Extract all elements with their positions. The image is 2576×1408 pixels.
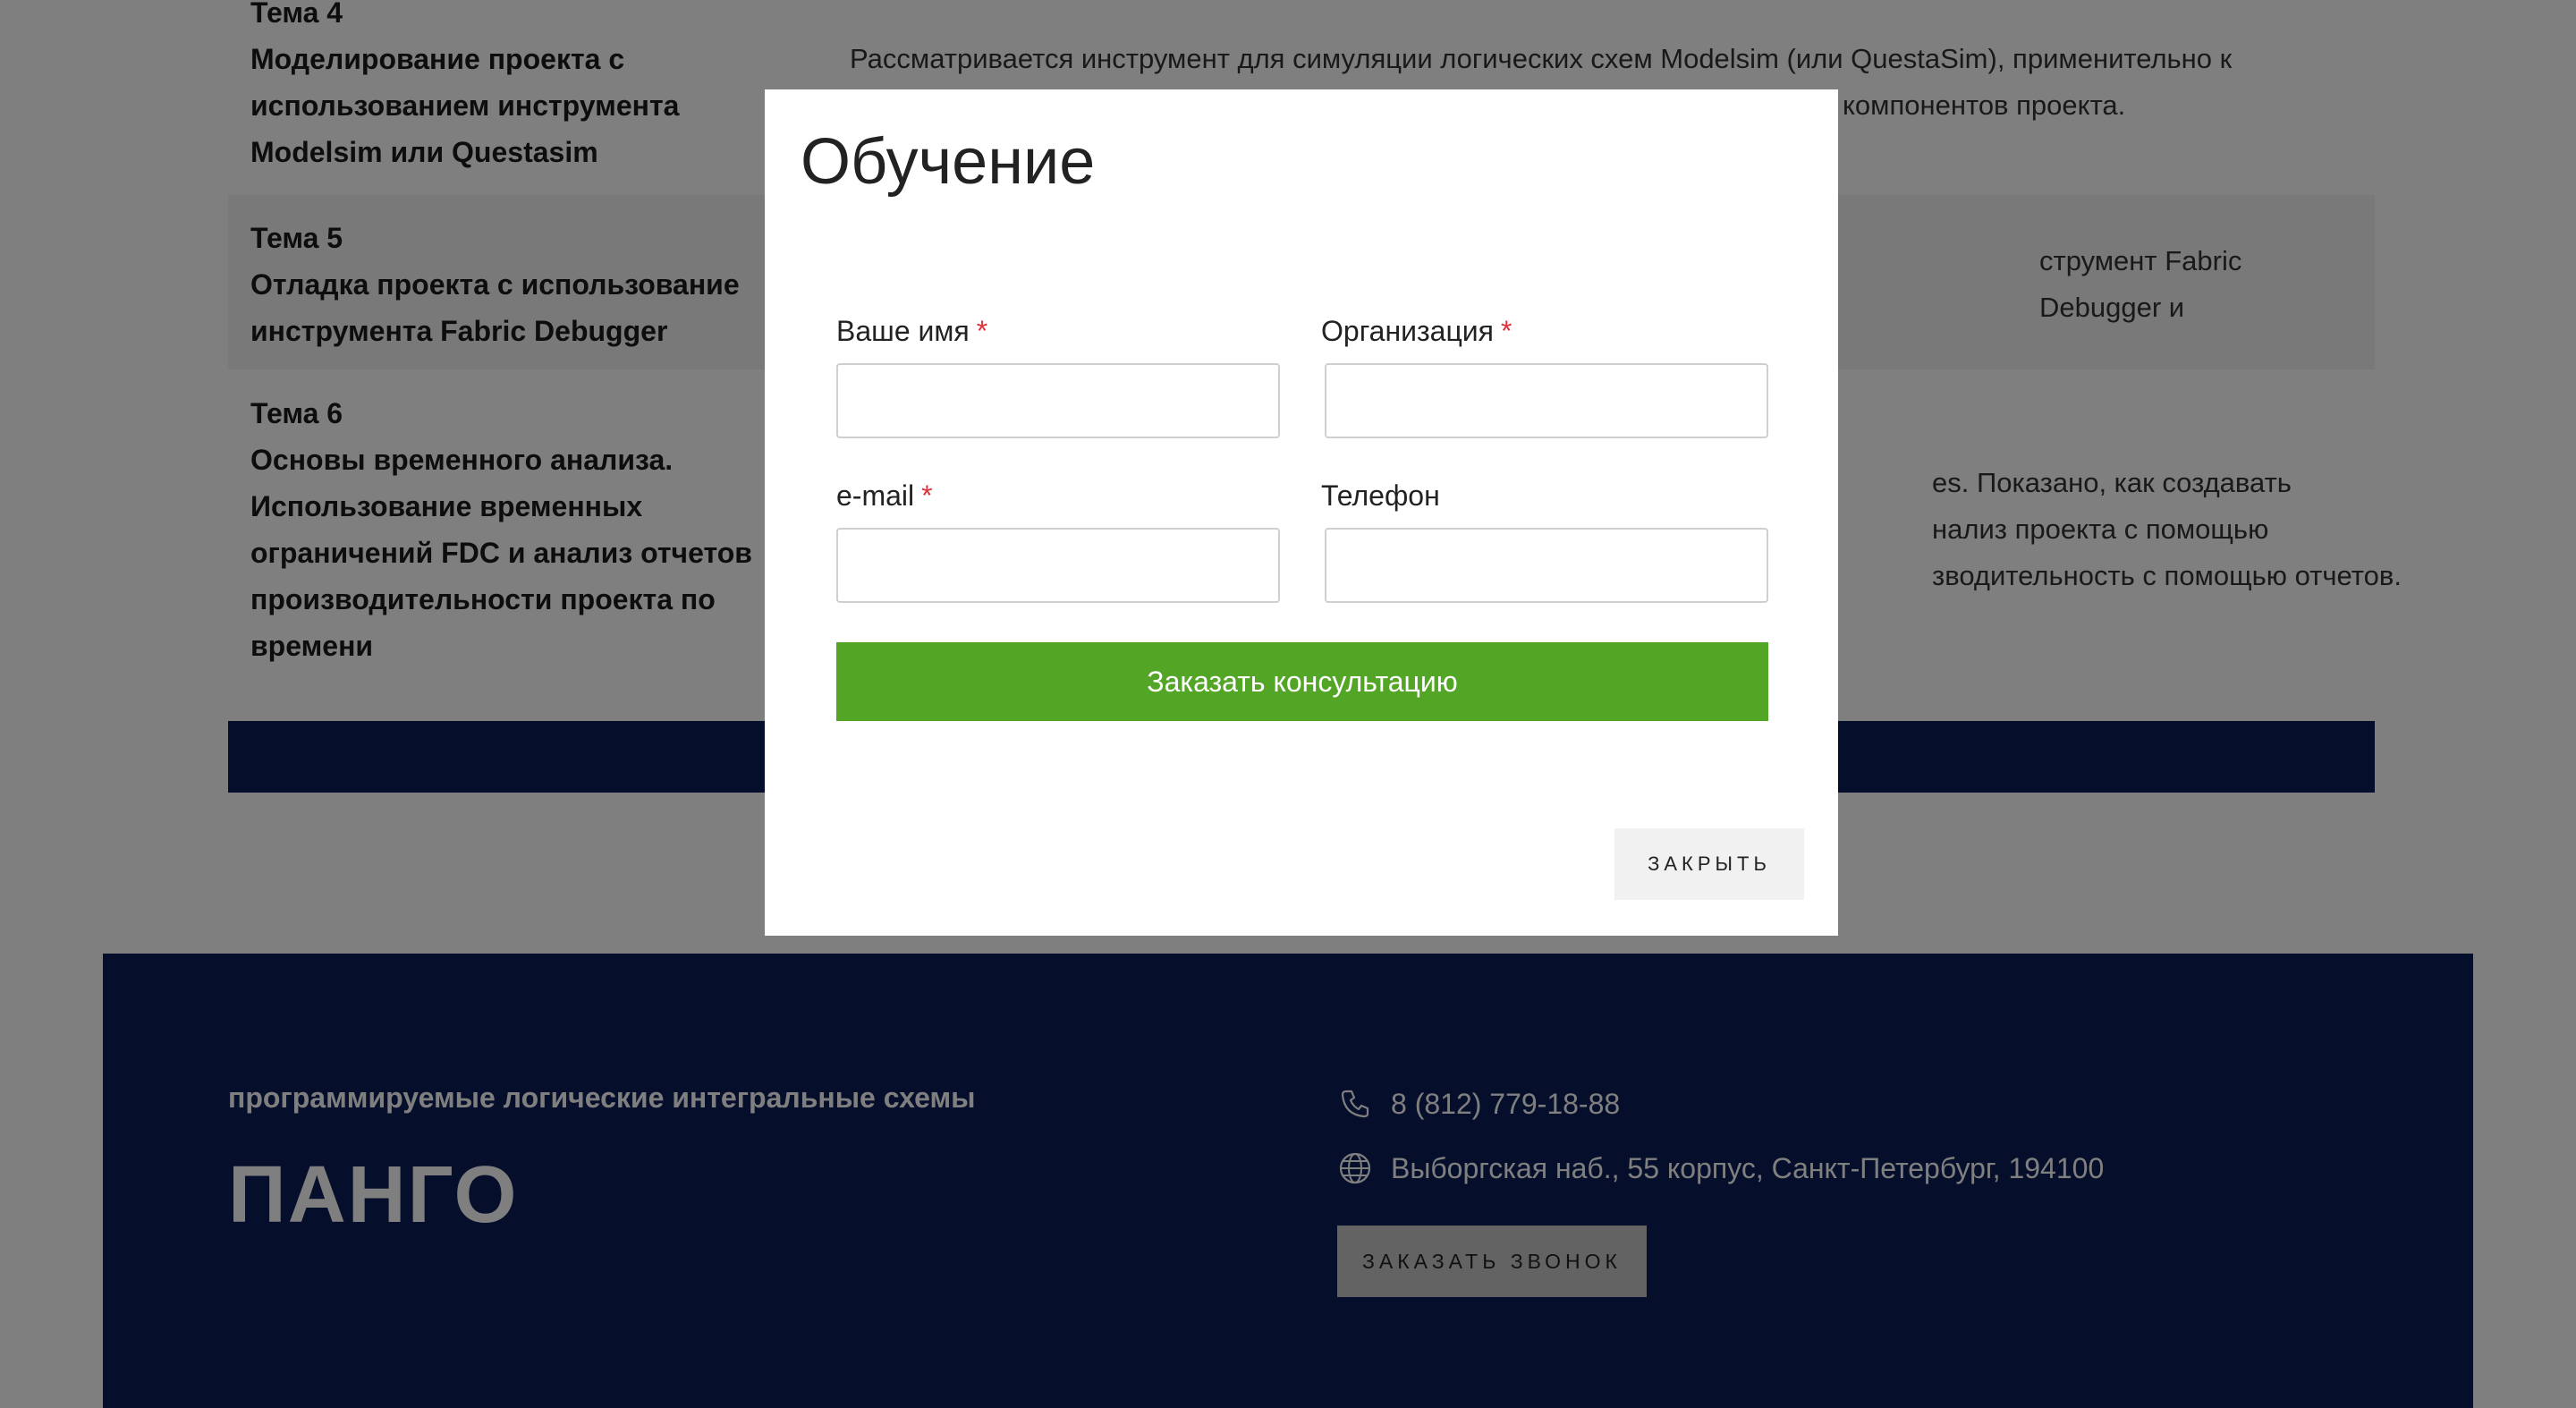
name-field-label: Ваше имя * (836, 315, 987, 348)
modal-title: Обучение (801, 126, 1096, 198)
name-input[interactable] (836, 363, 1280, 438)
phone-input[interactable] (1325, 528, 1768, 603)
phone-field-label: Телефон (1321, 479, 1440, 513)
email-input[interactable] (836, 528, 1280, 603)
email-label-text: e-mail (836, 479, 915, 512)
org-field-label: Организация * (1321, 315, 1512, 348)
modal-overlay[interactable]: Обучение Ваше имя * Организация * e-mail * … (0, 0, 2576, 1408)
name-label-text: Ваше имя (836, 315, 970, 347)
order-consultation-button[interactable]: Заказать консультацию (836, 642, 1768, 721)
training-modal: Обучение Ваше имя * Организация * e-mail * … (765, 89, 1838, 936)
required-mark: * (1501, 315, 1513, 347)
required-mark: * (976, 315, 988, 347)
phone-label-text: Телефон (1321, 479, 1440, 512)
organization-input[interactable] (1325, 363, 1768, 438)
org-label-text: Организация (1321, 315, 1494, 347)
required-mark: * (921, 479, 933, 512)
close-button[interactable]: ЗАКРЫТЬ (1614, 828, 1804, 900)
email-field-label: e-mail * (836, 479, 933, 513)
